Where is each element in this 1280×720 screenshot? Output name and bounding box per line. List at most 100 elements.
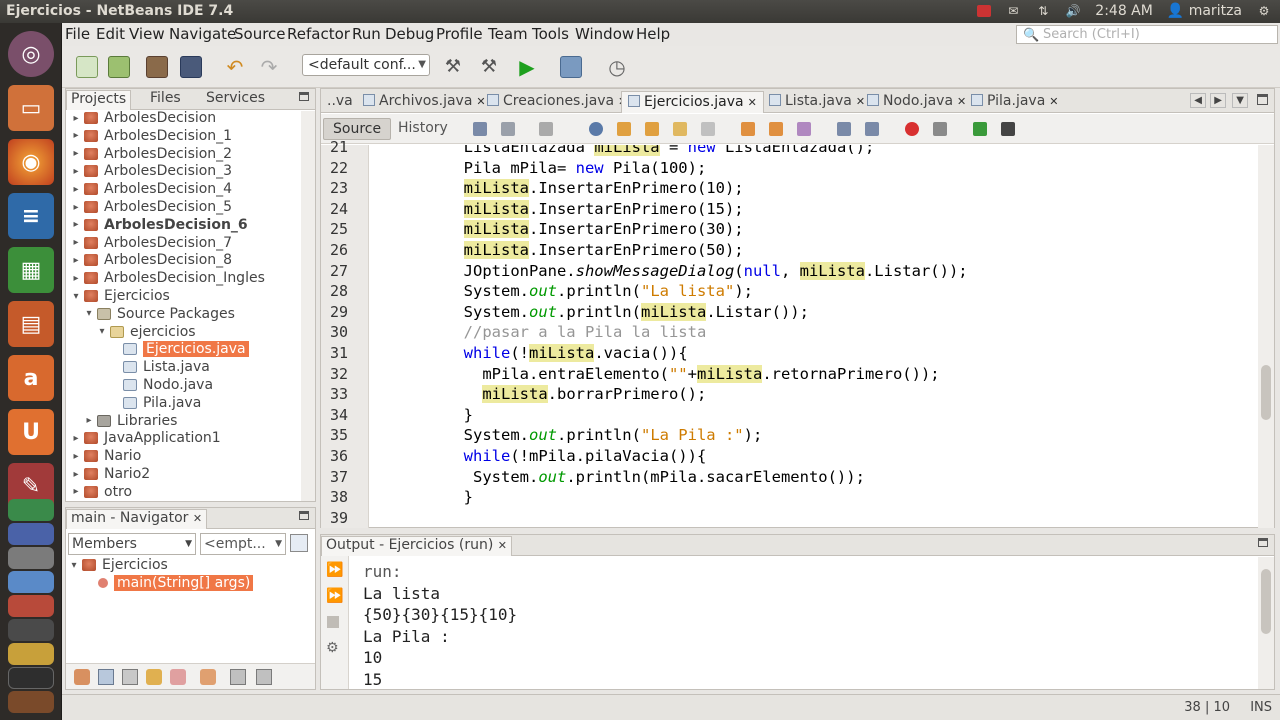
- code-line[interactable]: }: [389, 487, 473, 507]
- dash-home-icon[interactable]: ◎: [8, 31, 54, 77]
- find-previous-icon[interactable]: [617, 122, 631, 136]
- menu-tools[interactable]: Tools: [532, 25, 569, 43]
- maximize-icon[interactable]: [1257, 94, 1268, 105]
- last-edit-icon[interactable]: [473, 122, 487, 136]
- show-opened-documents-icon[interactable]: ▼: [1232, 93, 1248, 108]
- toggle-rect-select-icon[interactable]: [701, 122, 715, 136]
- history-button[interactable]: History: [389, 118, 457, 140]
- open-project-icon[interactable]: [146, 56, 168, 78]
- tab-navigator[interactable]: main - Navigator ✕: [66, 509, 208, 529]
- code-line[interactable]: miLista.InsertarEnPrimero(10);: [389, 178, 744, 198]
- code-line[interactable]: Pila mPila= new Pila(100);: [389, 158, 707, 178]
- new-file-icon[interactable]: [76, 56, 98, 78]
- code-line[interactable]: miLista.InsertarEnPrimero(30);: [389, 219, 744, 239]
- menu-run[interactable]: Run: [352, 25, 381, 43]
- tree-item[interactable]: ▸ ArbolesDecision_4: [70, 180, 232, 198]
- expand-icon[interactable]: ▸: [70, 202, 82, 213]
- network-icon[interactable]: ⇅: [1035, 4, 1051, 18]
- minimize-icon[interactable]: [299, 511, 309, 520]
- filter-inherited-icon[interactable]: [146, 669, 162, 685]
- menu-refactor[interactable]: Refactor: [287, 25, 350, 43]
- sort-alpha-icon[interactable]: [230, 669, 246, 685]
- tab-services[interactable]: Services: [202, 90, 269, 106]
- tree-item[interactable]: ▸ otro: [70, 483, 132, 501]
- code-line[interactable]: miLista.InsertarEnPrimero(50);: [389, 240, 744, 260]
- projects-scrollbar[interactable]: [301, 111, 315, 501]
- build-icon[interactable]: ⚒: [442, 56, 464, 78]
- sort-icon[interactable]: [200, 669, 216, 685]
- menu-help[interactable]: Help: [636, 25, 670, 43]
- search-input[interactable]: 🔍 Search (Ctrl+I): [1016, 25, 1278, 44]
- forward-icon[interactable]: [539, 122, 553, 136]
- filter-static-icon[interactable]: [98, 669, 114, 685]
- user-menu[interactable]: 👤 maritza: [1167, 3, 1242, 19]
- stop-macro-icon[interactable]: [933, 122, 947, 136]
- menu-debug[interactable]: Debug: [385, 25, 434, 43]
- menu-source[interactable]: Source: [234, 25, 286, 43]
- tab-nodo[interactable]: Nodo.java ✕: [861, 91, 972, 113]
- app-icon-6[interactable]: [8, 619, 54, 641]
- code-line[interactable]: //pasar a la Pila la lista: [389, 322, 707, 342]
- clean-build-icon[interactable]: ⚒: [478, 56, 500, 78]
- previous-bookmark-icon[interactable]: [741, 122, 755, 136]
- editor-scrollbar[interactable]: [1258, 145, 1274, 528]
- scroll-thumb[interactable]: [1261, 365, 1271, 420]
- navigator-method[interactable]: main(String[] args): [96, 574, 254, 592]
- code-line[interactable]: ListaEnlazada miLista = new ListaEnlazad…: [389, 145, 874, 157]
- tree-item[interactable]: ▸ ArbolesDecision_1: [70, 127, 232, 145]
- navigator-options-icon[interactable]: [290, 534, 308, 552]
- impress-icon[interactable]: ▤: [8, 301, 54, 347]
- find-next-icon[interactable]: [645, 122, 659, 136]
- app-icon-8[interactable]: [8, 667, 54, 689]
- redo-icon[interactable]: ↷: [258, 56, 280, 78]
- menu-view[interactable]: View: [129, 25, 165, 43]
- expand-icon[interactable]: ▸: [70, 433, 82, 444]
- code-line[interactable]: miLista.borrarPrimero();: [389, 384, 706, 404]
- record-icon[interactable]: [977, 5, 992, 17]
- menu-file[interactable]: File: [65, 25, 90, 43]
- firefox-icon[interactable]: ◉: [8, 139, 54, 185]
- code-line[interactable]: while(!miLista.vacia()){: [389, 343, 688, 363]
- calc-icon[interactable]: ▦: [8, 247, 54, 293]
- expand-icon[interactable]: ▸: [83, 415, 95, 426]
- expand-icon[interactable]: ▸: [70, 237, 82, 248]
- tree-item[interactable]: ▾ Ejercicios: [70, 287, 169, 305]
- close-icon[interactable]: ✕: [748, 96, 757, 109]
- code-line[interactable]: while(!mPila.pilaVacia()){: [389, 446, 707, 466]
- filter-misc-icon[interactable]: [170, 669, 186, 685]
- start-macro-icon[interactable]: [905, 122, 919, 136]
- code-line[interactable]: System.out.println(miLista.Listar());: [389, 302, 809, 322]
- tree-item[interactable]: Lista.java: [109, 358, 210, 376]
- run-icon[interactable]: ▶: [516, 56, 538, 78]
- ubuntu-one-icon[interactable]: U: [8, 409, 54, 455]
- app-icon-1[interactable]: [8, 499, 54, 521]
- tab-creaciones[interactable]: Creaciones.java✕: [481, 91, 633, 113]
- tree-item[interactable]: ▸ ArbolesDecision_Ingles: [70, 269, 264, 287]
- stop-icon[interactable]: [327, 616, 339, 628]
- scroll-tabs-right-icon[interactable]: ▶: [1210, 93, 1226, 108]
- expand-icon[interactable]: ▸: [70, 469, 82, 480]
- close-icon[interactable]: ✕: [1049, 95, 1058, 108]
- undo-icon[interactable]: ↶: [224, 56, 246, 78]
- code-line[interactable]: mPila.entraElemento(""+miLista.retornaPr…: [389, 364, 940, 384]
- tree-item[interactable]: ▾ Source Packages: [83, 305, 234, 323]
- volume-icon[interactable]: 🔊: [1065, 4, 1081, 18]
- members-select[interactable]: Members ▼: [68, 533, 196, 555]
- find-icon[interactable]: [589, 122, 603, 136]
- output-settings-icon[interactable]: ⚙: [326, 640, 339, 656]
- tab-files[interactable]: Files: [146, 90, 185, 106]
- app-icon-9[interactable]: [8, 691, 54, 713]
- code-line[interactable]: }: [389, 405, 473, 425]
- expand-icon[interactable]: ▸: [70, 273, 82, 284]
- expand-icon[interactable]: ▾: [83, 308, 95, 319]
- rerun-different-icon[interactable]: ⏩: [326, 588, 343, 604]
- menu-navigate[interactable]: Navigate: [169, 25, 236, 43]
- tab-output[interactable]: Output - Ejercicios (run) ✕: [321, 536, 512, 556]
- tab-projects[interactable]: Projects: [66, 90, 132, 110]
- tab-lista[interactable]: Lista.java ✕: [763, 91, 871, 113]
- code-line[interactable]: System.out.println(mPila.sacarElemento()…: [389, 467, 865, 487]
- scroll-tabs-left-icon[interactable]: ◀: [1190, 93, 1206, 108]
- tree-item[interactable]: ▸ JavaApplication1: [70, 429, 220, 447]
- minimize-icon[interactable]: [1258, 538, 1268, 547]
- close-icon[interactable]: ✕: [193, 512, 202, 525]
